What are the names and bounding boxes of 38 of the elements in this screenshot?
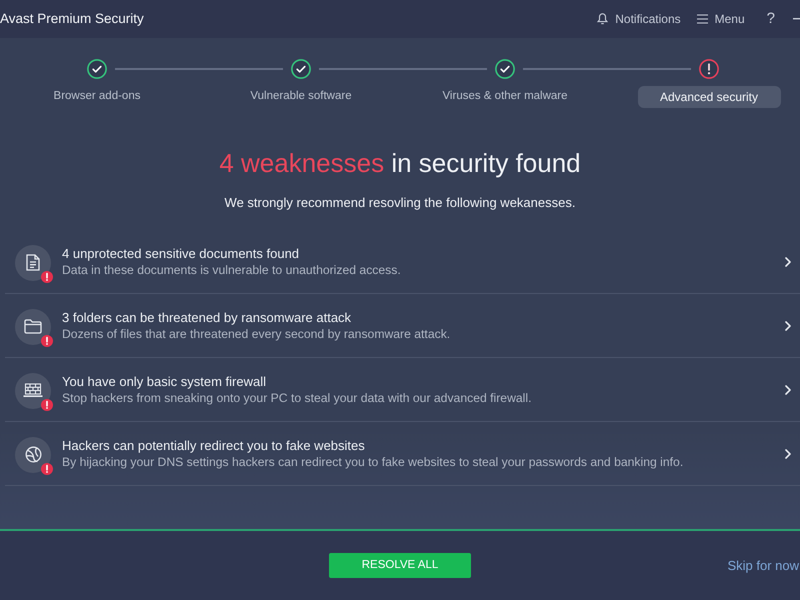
issue-row[interactable]: 4 unprotected sensitive documents found Data in these documents is vulnerable to unauthorized access. bbox=[5, 230, 800, 294]
issue-title: You have only basic system firewall bbox=[62, 373, 266, 390]
chevron-right-icon bbox=[785, 256, 791, 266]
issue-title: 3 folders can be threatened by ransomware attack bbox=[62, 309, 352, 326]
warning-badge-icon bbox=[41, 462, 53, 474]
chevron-right-icon bbox=[785, 384, 791, 394]
issue-row[interactable]: You have only basic system firewall Stop hackers from sneaking onto your PC to steal your data with our advanced firewall. bbox=[5, 358, 800, 422]
window-title: Avast Premium Security bbox=[0, 10, 144, 28]
warning-badge-icon bbox=[41, 398, 53, 410]
step-tab[interactable]: Viruses & other malware bbox=[436, 86, 574, 108]
warning-badge-icon bbox=[41, 334, 53, 346]
skip-link[interactable]: Skip for now bbox=[727, 556, 800, 576]
chevron-right-icon bbox=[785, 320, 791, 330]
menu-icon bbox=[696, 14, 708, 24]
warning-badge-icon bbox=[41, 270, 53, 282]
issue-description: Stop hackers from sneaking onto your PC to steal your data with our advanced firewall. bbox=[62, 390, 532, 406]
subtitle-text: We strongly recommend resovling the following wekanesses. bbox=[224, 195, 576, 211]
issue-description: Dozens of files that are threatened every second by ransomware attack. bbox=[62, 326, 450, 342]
issue-row[interactable]: 3 folders can be threatened by ransomware attack Dozens of files that are threatened every second by ransomware attack. bbox=[5, 294, 800, 358]
laptop-brick-wall-icon bbox=[15, 372, 51, 408]
issue-title: 4 unprotected sensitive documents found bbox=[62, 245, 300, 262]
issue-row[interactable]: Hackers can potentially redirect you to fake websites By hijacking your DNS settings hackers can redirect you to fake websites to steal your passwords and banking info. bbox=[5, 422, 800, 486]
help-button[interactable]: ? bbox=[766, 11, 775, 27]
issue-description: By hijacking your DNS settings hackers can redirect you to fake websites to steal your passwords and banking info. bbox=[62, 454, 684, 470]
chevron-right-icon bbox=[785, 448, 791, 458]
menu-button[interactable]: Menu bbox=[696, 10, 745, 28]
heading-text: 4 weaknesses in security found bbox=[219, 148, 581, 178]
step-tab[interactable]: Vulnerable software bbox=[244, 86, 358, 108]
issue-title: Hackers can potentially redirect you to fake websites bbox=[62, 437, 365, 454]
notifications-button[interactable]: Notifications bbox=[597, 10, 681, 28]
minimize-icon[interactable] bbox=[793, 18, 800, 20]
step-tab[interactable]: Browser add-ons bbox=[48, 86, 146, 108]
folder-icon bbox=[15, 308, 51, 344]
globe-icon bbox=[15, 436, 51, 472]
document-icon bbox=[15, 244, 51, 280]
step-tab[interactable]: Advanced security bbox=[638, 86, 780, 108]
issue-description: Data in these documents is vulnerable to unauthorized access. bbox=[62, 262, 401, 278]
bell-icon bbox=[597, 13, 608, 25]
